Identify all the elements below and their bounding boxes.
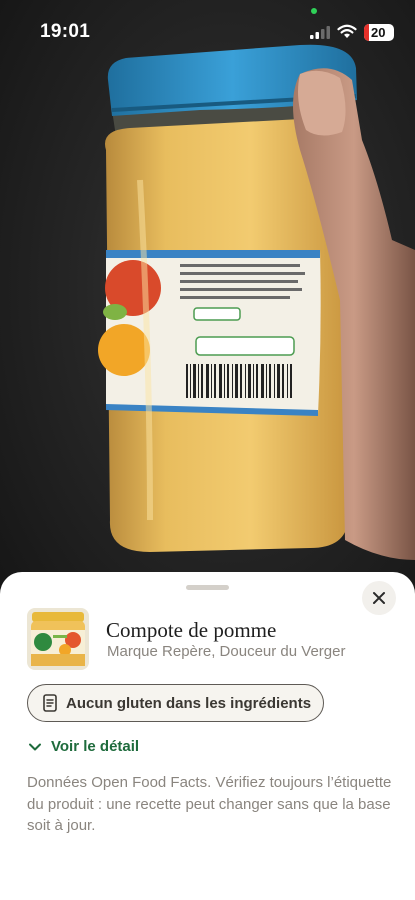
jar-photo [98, 44, 415, 560]
product-jar-image [27, 608, 89, 670]
document-icon [43, 694, 57, 712]
product-brand: Marque Repère, Douceur du Verger [107, 643, 346, 660]
camera-in-use-indicator [311, 8, 317, 14]
gluten-status-label: Aucun gluten dans les ingrédients [66, 694, 312, 712]
data-source-disclaimer: Données Open Food Facts. Vérifiez toujou… [27, 774, 392, 834]
battery-indicator: 20 [364, 24, 394, 41]
status-bar: 19:01 20 [0, 0, 415, 64]
show-detail-toggle[interactable]: Voir le détail [28, 738, 139, 755]
sheet-grabber[interactable] [186, 585, 229, 590]
product-name: Compote de pomme [106, 618, 277, 642]
gluten-status-badge[interactable]: Aucun gluten dans les ingrédients [27, 684, 324, 722]
battery-low-fill [364, 24, 369, 41]
show-detail-label: Voir le détail [51, 738, 140, 755]
chevron-down-icon [28, 742, 42, 752]
product-thumbnail [27, 608, 89, 670]
product-result-sheet: Compote de pomme Marque Repère, Douceur … [0, 572, 415, 900]
close-button[interactable] [362, 581, 396, 615]
cellular-signal-icon [310, 26, 330, 39]
status-time: 19:01 [40, 21, 91, 42]
close-icon [373, 592, 385, 604]
battery-level: 20 [371, 25, 386, 40]
wifi-icon [337, 24, 357, 38]
camera-viewfinder [0, 0, 415, 640]
